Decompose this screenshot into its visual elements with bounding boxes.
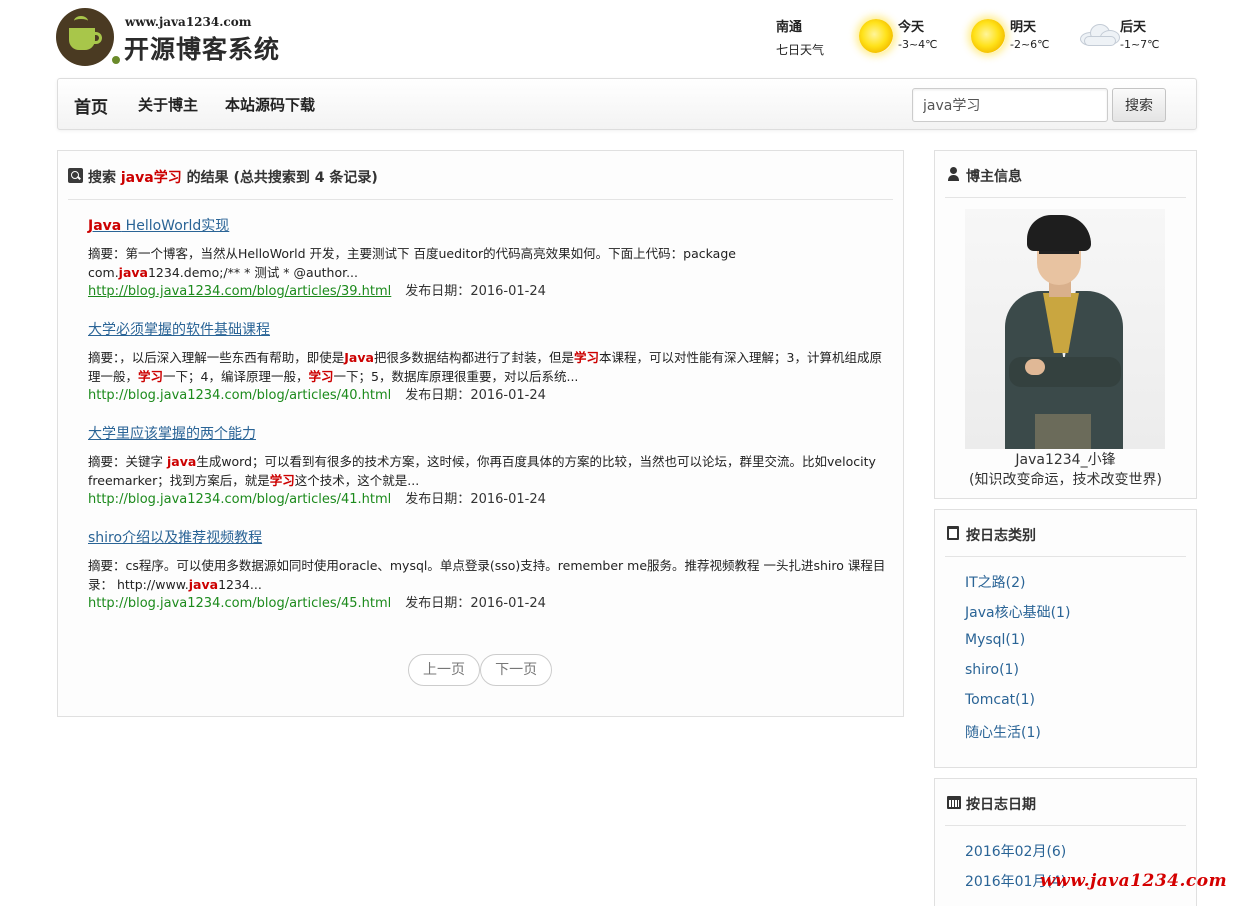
results-count: (总共搜索到 4 条记录)	[233, 170, 378, 186]
site-header: www.java1234.com 开源博客系统 南通 七日天气 今天 -3~4℃…	[0, 0, 1237, 78]
weather-city-name: 南通	[776, 20, 803, 35]
results-title: 搜索 java学习 的结果 (总共搜索到 4 条记录)	[88, 170, 378, 186]
result-item: Java HelloWorld实现 摘要：第一个博客，当然从HelloWorld…	[88, 215, 888, 302]
site-logo[interactable]: www.java1234.com 开源博客系统	[56, 8, 296, 68]
result-item: 大学必须掌握的软件基础课程 摘要：，以后深入理解一些东西有帮助，即使是Java把…	[88, 319, 888, 406]
blogger-bio: Java1234_小锋 (知识改变命运，技术改变世界)	[935, 450, 1196, 490]
category-link[interactable]: Tomcat(1)	[965, 692, 1035, 708]
weather-day-label: 后天	[1120, 20, 1147, 35]
logo-name: 开源博客系统	[124, 35, 281, 64]
result-url-link[interactable]: http://blog.java1234.com/blog/articles/4…	[88, 492, 391, 507]
result-summary: 摘要：第一个博客，当然从HelloWorld 开发，主要测试下 百度uedito…	[88, 246, 736, 280]
category-link[interactable]: shiro(1)	[965, 662, 1019, 678]
list-item: 2016年02月(6)	[965, 841, 1066, 871]
blogger-avatar	[965, 209, 1165, 449]
result-meta: http://blog.java1234.com/blog/articles/4…	[88, 490, 888, 510]
list-item: 随心生活(1)	[965, 722, 1070, 752]
results-keyword: java学习	[120, 170, 182, 186]
prev-page-button[interactable]: 上一页	[408, 654, 480, 686]
result-url-link[interactable]: http://blog.java1234.com/blog/articles/4…	[88, 596, 391, 611]
category-link[interactable]: Mysql(1)	[965, 632, 1025, 648]
result-date: 发布日期：2016-01-24	[405, 388, 546, 403]
clipboard-icon	[947, 526, 959, 540]
category-panel: 按日志类别 IT之路(2) Java核心基础(1) Mysql(1) shiro…	[934, 509, 1197, 768]
result-title-link[interactable]: shiro介绍以及推荐视频教程	[88, 527, 888, 547]
weather-day-label: 明天	[1010, 20, 1037, 35]
cloudy-icon	[1078, 16, 1120, 54]
blogger-info-heading: 博主信息	[945, 166, 1186, 198]
result-summary: 摘要：，以后深入理解一些东西有帮助，即使是Java把很多数据结构都进行了封装，但…	[88, 350, 882, 384]
result-url-link[interactable]: http://blog.java1234.com/blog/articles/3…	[88, 284, 391, 299]
date-archive-title: 按日志日期	[966, 797, 1036, 813]
result-title-link[interactable]: 大学必须掌握的软件基础课程	[88, 319, 888, 339]
weather-day-after: 后天 -1~7℃	[1078, 16, 1188, 62]
blogger-info-panel: 博主信息 Java1234_小锋 (知识改变命运，技术改变世界)	[934, 150, 1197, 499]
blogger-info-title: 博主信息	[966, 169, 1022, 185]
coffee-cup-icon	[56, 8, 114, 66]
weather-today: 今天 -3~4℃	[856, 16, 966, 62]
weather-day-temp: -1~7℃	[1120, 38, 1160, 51]
list-item: Mysql(1)	[965, 632, 1070, 662]
search-button[interactable]: 搜索	[1112, 88, 1166, 122]
calendar-icon	[947, 796, 961, 809]
result-item: shiro介绍以及推荐视频教程 摘要：cs程序。可以使用多数据源如同时使用ora…	[88, 527, 888, 614]
sunny-icon	[856, 16, 894, 54]
date-archive-link[interactable]: 2016年02月(6)	[965, 844, 1066, 860]
result-date: 发布日期：2016-01-24	[405, 284, 546, 299]
date-archive-heading: 按日志日期	[945, 794, 1186, 826]
list-item: Java核心基础(1)	[965, 602, 1070, 632]
list-item: Tomcat(1)	[965, 692, 1070, 722]
top-navbar: 首页 关于博主 本站源码下载 搜索	[57, 78, 1197, 130]
category-heading: 按日志类别	[945, 525, 1186, 557]
search-input[interactable]	[912, 88, 1108, 122]
pagination: 上一页 下一页	[408, 654, 553, 686]
user-icon	[947, 167, 959, 181]
weather-subtitle: 七日天气	[776, 43, 825, 57]
result-title-link[interactable]: Java HelloWorld实现	[88, 215, 888, 235]
result-summary: 摘要：cs程序。可以使用多数据源如同时使用oracle、mysql。单点登录(s…	[88, 558, 886, 592]
site-watermark: www.java1234.com	[1040, 871, 1228, 891]
result-title-link[interactable]: 大学里应该掌握的两个能力	[88, 423, 888, 443]
nav-source-download-link[interactable]: 本站源码下载	[225, 94, 315, 115]
search-icon	[68, 168, 83, 183]
logo-dot-icon	[110, 54, 122, 66]
search-results-panel: 搜索 java学习 的结果 (总共搜索到 4 条记录) Java HelloWo…	[57, 150, 904, 717]
list-item: IT之路(2)	[965, 572, 1070, 602]
result-meta: http://blog.java1234.com/blog/articles/3…	[88, 282, 888, 302]
weather-tomorrow: 明天 -2~6℃	[968, 16, 1078, 62]
category-link[interactable]: 随心生活(1)	[965, 725, 1041, 741]
results-heading: 搜索 java学习 的结果 (总共搜索到 4 条记录)	[68, 166, 893, 200]
weather-city: 南通 七日天气	[776, 16, 846, 58]
result-item: 大学里应该掌握的两个能力 摘要：关键字 java生成word；可以看到有很多的技…	[88, 423, 888, 510]
category-list: IT之路(2) Java核心基础(1) Mysql(1) shiro(1) To…	[965, 572, 1070, 752]
next-page-button[interactable]: 下一页	[480, 654, 553, 686]
list-item: shiro(1)	[965, 662, 1070, 692]
result-date: 发布日期：2016-01-24	[405, 596, 546, 611]
category-link[interactable]: IT之路(2)	[965, 575, 1026, 591]
category-link[interactable]: Java核心基础(1)	[965, 605, 1070, 621]
weather-day-temp: -3~4℃	[898, 38, 938, 51]
result-meta: http://blog.java1234.com/blog/articles/4…	[88, 594, 888, 614]
result-summary: 摘要：关键字 java生成word；可以看到有很多的技术方案，这时候，你再百度具…	[88, 454, 876, 488]
weather-day-temp: -2~6℃	[1010, 38, 1050, 51]
sunny-icon	[968, 16, 1006, 54]
blogger-motto: (知识改变命运，技术改变世界)	[969, 472, 1162, 488]
category-title: 按日志类别	[966, 528, 1036, 544]
nav-home-link[interactable]: 首页	[74, 93, 108, 118]
weather-day-label: 今天	[898, 20, 925, 35]
blogger-name: Java1234_小锋	[1015, 452, 1116, 468]
result-meta: http://blog.java1234.com/blog/articles/4…	[88, 386, 888, 406]
result-url-link[interactable]: http://blog.java1234.com/blog/articles/4…	[88, 388, 391, 403]
nav-about-link[interactable]: 关于博主	[138, 94, 198, 115]
result-date: 发布日期：2016-01-24	[405, 492, 546, 507]
logo-url: www.java1234.com	[125, 15, 252, 29]
